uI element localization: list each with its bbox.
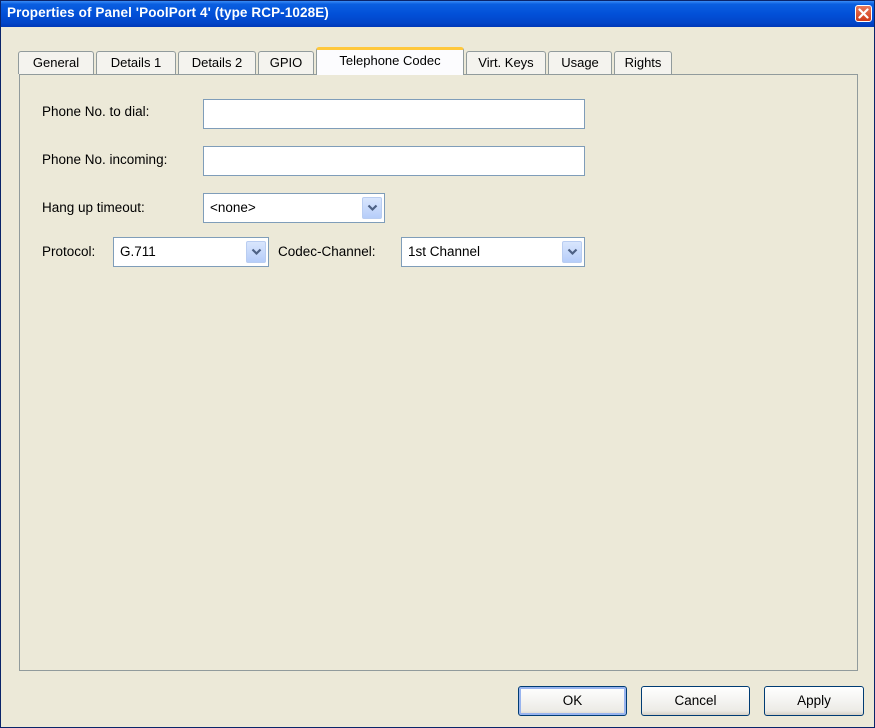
phone-dial-input[interactable]	[203, 99, 585, 129]
protocol-dropdown-button[interactable]	[246, 241, 266, 263]
telephone-codec-panel: Phone No. to dial: Phone No. incoming: H…	[19, 74, 858, 671]
hangup-timeout-dropdown-button[interactable]	[362, 197, 382, 219]
protocol-value: G.711	[120, 244, 156, 259]
tab-usage[interactable]: Usage	[548, 51, 612, 74]
tab-gpio[interactable]: GPIO	[258, 51, 314, 74]
tab-rights[interactable]: Rights	[614, 51, 672, 74]
close-icon	[858, 8, 869, 19]
chevron-down-icon	[567, 248, 578, 256]
phone-incoming-label: Phone No. incoming:	[42, 152, 168, 167]
codec-channel-select[interactable]: 1st Channel	[401, 237, 585, 267]
hangup-timeout-label: Hang up timeout:	[42, 200, 145, 215]
ok-button[interactable]: OK	[518, 686, 627, 716]
tab-virt-keys[interactable]: Virt. Keys	[466, 51, 546, 74]
tab-telephone-codec[interactable]: Telephone Codec	[316, 47, 464, 75]
apply-button[interactable]: Apply	[764, 686, 864, 716]
title-bar[interactable]: Properties of Panel 'PoolPort 4' (type R…	[1, 1, 874, 27]
protocol-select[interactable]: G.711	[113, 237, 269, 267]
chevron-down-icon	[251, 248, 262, 256]
tab-details-1[interactable]: Details 1	[96, 51, 176, 74]
protocol-label: Protocol:	[42, 244, 96, 259]
close-button[interactable]	[855, 5, 872, 22]
properties-dialog: Properties of Panel 'PoolPort 4' (type R…	[0, 0, 875, 728]
tab-details-2[interactable]: Details 2	[178, 51, 256, 74]
hangup-timeout-select[interactable]: <none>	[203, 193, 385, 223]
codec-channel-label: Codec-Channel:	[278, 244, 376, 259]
chevron-down-icon	[367, 204, 378, 212]
phone-dial-label: Phone No. to dial:	[42, 104, 150, 119]
codec-channel-dropdown-button[interactable]	[562, 241, 582, 263]
tab-general[interactable]: General	[18, 51, 94, 74]
tab-strip: General Details 1 Details 2 GPIO Telepho…	[18, 47, 858, 75]
hangup-timeout-value: <none>	[210, 200, 256, 215]
cancel-button[interactable]: Cancel	[641, 686, 750, 716]
window-title: Properties of Panel 'PoolPort 4' (type R…	[7, 5, 329, 20]
phone-incoming-input[interactable]	[203, 146, 585, 176]
codec-channel-value: 1st Channel	[408, 244, 481, 259]
